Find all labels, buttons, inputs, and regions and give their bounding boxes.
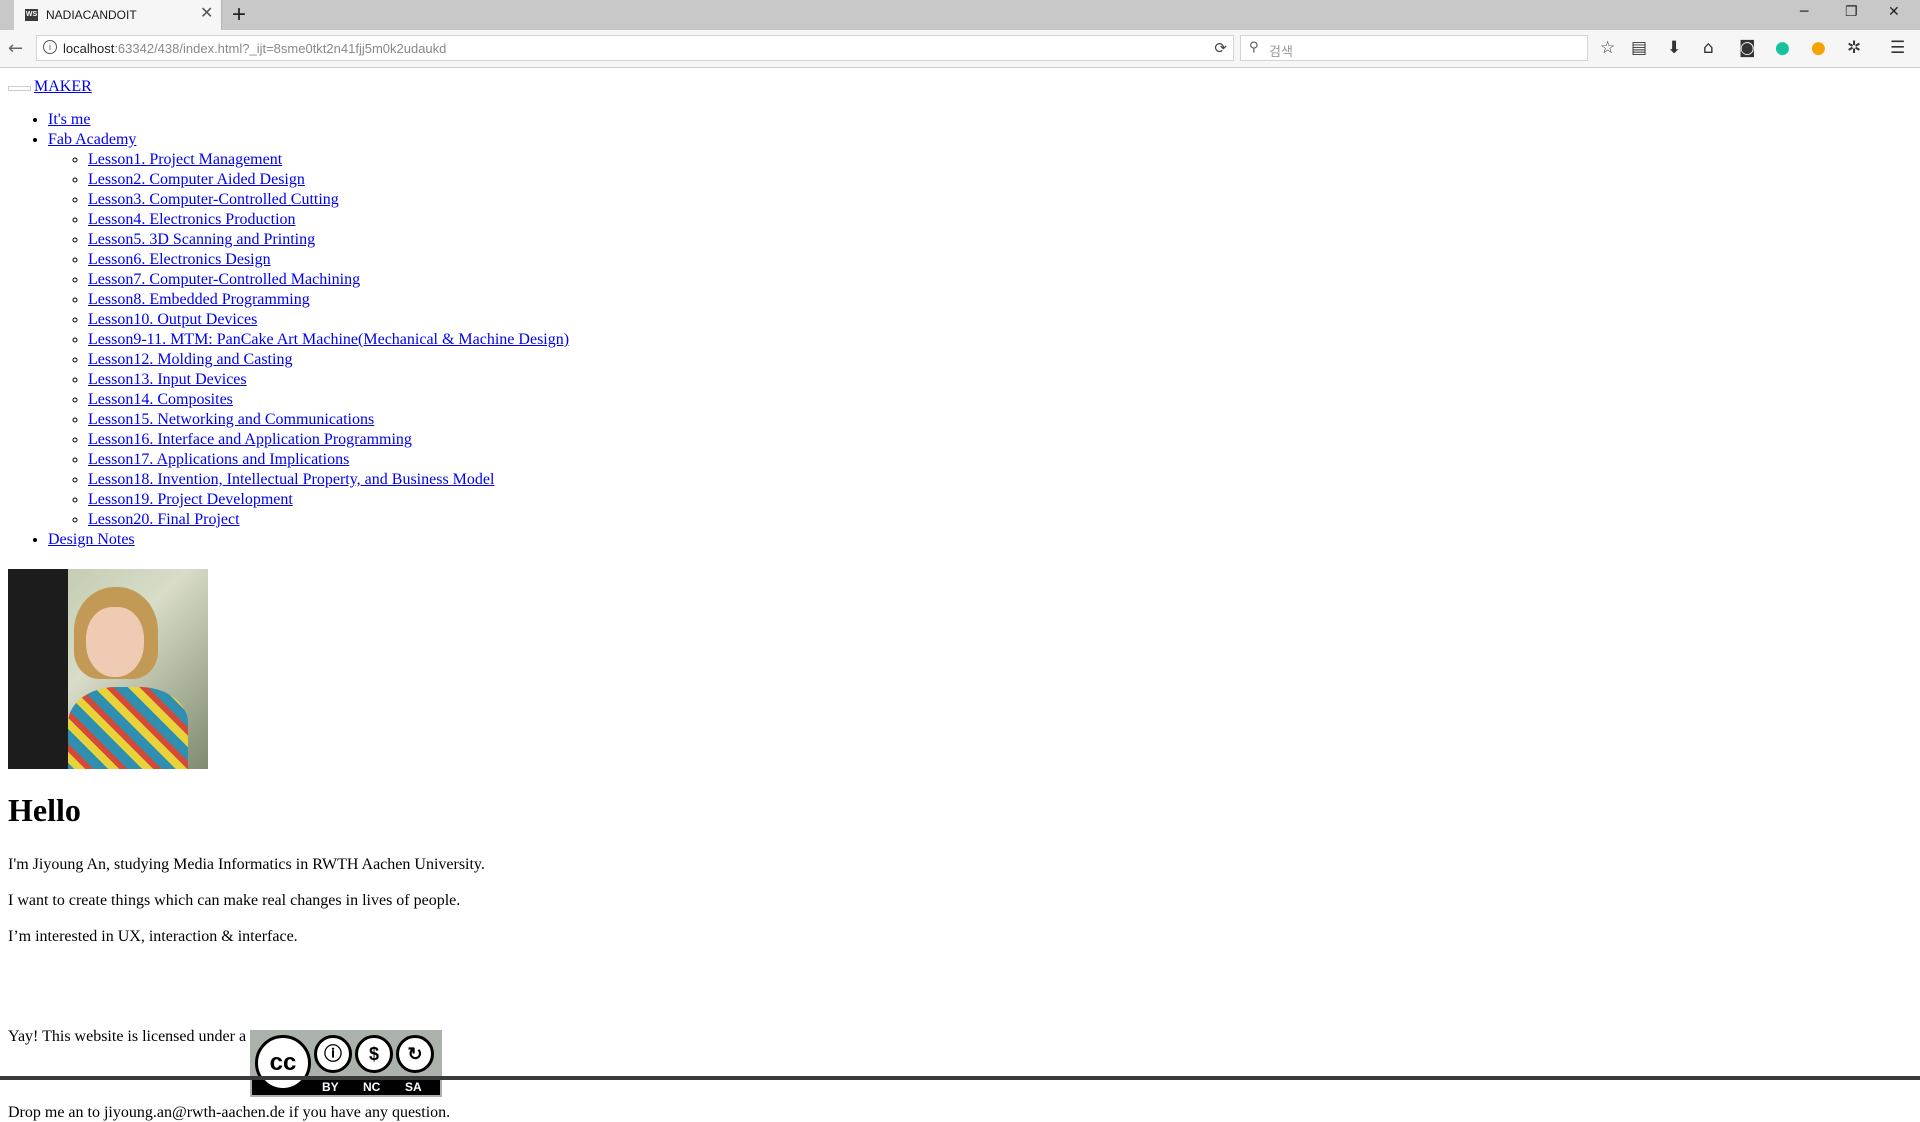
brand-link[interactable]: MAKER [34,78,92,95]
nav-item-its-me: It's me [48,110,569,130]
minimize-icon[interactable]: ─ [1800,4,1808,20]
reload-icon[interactable]: ⟳ [1214,39,1227,57]
hamburger-menu-icon[interactable]: ☰ [1890,38,1905,58]
lesson-link[interactable]: Lesson2. Computer Aided Design [88,171,305,188]
list-item: Lesson6. Electronics Design [88,250,569,270]
nav-item-design-notes: Design Notes [48,530,569,550]
list-item: Lesson1. Project Management [88,150,569,170]
favicon-icon: WS [25,9,38,21]
tab-title: NADIACANDOIT [46,8,137,22]
lesson-link[interactable]: Lesson9-11. MTM: PanCake Art Machine(Mec… [88,331,569,348]
lesson-link[interactable]: Lesson20. Final Project [88,511,240,528]
address-bar[interactable]: i localhost:63342/438/index.html?_ijt=8s… [36,35,1234,61]
reading-list-icon[interactable]: ▤ [1631,38,1647,58]
list-item: Lesson18. Invention, Intellectual Proper… [88,470,569,490]
cc-license-badge[interactable]: cc ⓘ $ ↻ BY NC SA [250,1030,442,1097]
list-item: Lesson5. 3D Scanning and Printing [88,230,569,250]
tab-close-icon[interactable]: ✕ [200,5,213,23]
search-icon: ⚲ [1249,40,1259,55]
main-nav: It's me Fab Academy Lesson1. Project Man… [8,110,569,550]
cc-label-nc: NC [363,1080,381,1094]
taskbar-edge [0,1076,1920,1080]
browser-tab[interactable]: WS NADIACANDOIT ✕ [14,0,222,30]
nav-link-design-notes[interactable]: Design Notes [48,531,135,548]
pocket-icon[interactable]: ◙ [1739,38,1756,58]
license-text: Yay! This website is licensed under a [8,1028,247,1045]
list-item: Lesson10. Output Devices [88,310,569,330]
brand: MAKER [8,78,92,96]
list-item: Lesson9-11. MTM: PanCake Art Machine(Mec… [88,330,569,350]
intro-paragraph: I want to create things which can make r… [8,892,461,909]
lesson-link[interactable]: Lesson14. Composites [88,391,233,408]
bookmark-star-icon[interactable]: ☆ [1600,38,1615,58]
lesson-link[interactable]: Lesson5. 3D Scanning and Printing [88,231,315,248]
attribution-icon: ⓘ [314,1035,352,1073]
contact-text: Drop me an to jiyoung.an@rwth-aachen.de … [8,1104,451,1121]
browser-toolbar: ← i localhost:63342/438/index.html?_ijt=… [0,30,1920,68]
list-item: Lesson12. Molding and Casting [88,350,569,370]
list-item: Lesson7. Computer-Controlled Machining [88,270,569,290]
profile-photo [8,569,208,769]
nav-item-fab-academy: Fab Academy Lesson1. Project Management … [48,130,569,530]
page-title: Hello [8,792,81,828]
info-icon[interactable]: i [43,40,57,54]
lesson-link[interactable]: Lesson17. Applications and Implications [88,451,349,468]
noncommercial-icon: $ [355,1035,393,1073]
list-item: Lesson2. Computer Aided Design [88,170,569,190]
nav-link-its-me[interactable]: It's me [48,111,90,128]
lesson-link[interactable]: Lesson15. Networking and Communications [88,411,374,428]
lesson-link[interactable]: Lesson1. Project Management [88,151,282,168]
lesson-link[interactable]: Lesson12. Molding and Casting [88,351,292,368]
list-item: Lesson4. Electronics Production [88,210,569,230]
url-text[interactable]: localhost:63342/438/index.html?_ijt=8sme… [63,41,446,56]
new-tab-icon[interactable]: + [232,1,246,29]
lesson-list: Lesson1. Project Management Lesson2. Com… [48,150,569,530]
list-item: Lesson15. Networking and Communications [88,410,569,430]
lesson-link[interactable]: Lesson16. Interface and Application Prog… [88,431,412,448]
intro-paragraph: I'm Jiyoung An, studying Media Informati… [8,856,485,873]
addon-icon[interactable]: ✲ [1847,38,1861,58]
list-item: Lesson19. Project Development [88,490,569,510]
list-item: Lesson16. Interface and Application Prog… [88,430,569,450]
back-arrow-icon[interactable]: ← [8,38,23,59]
window-close-icon[interactable]: ✕ [1888,4,1900,20]
restore-icon[interactable]: ❐ [1845,4,1858,20]
lesson-link[interactable]: Lesson18. Invention, Intellectual Proper… [88,471,494,488]
sharealike-icon: ↻ [396,1035,434,1073]
lesson-link[interactable]: Lesson6. Electronics Design [88,251,271,268]
nav-link-fab-academy[interactable]: Fab Academy [48,131,136,148]
search-bar[interactable]: ⚲ 검색 [1240,35,1588,61]
list-item: Lesson17. Applications and Implications [88,450,569,470]
grammarly-icon[interactable]: ● [1775,38,1790,58]
list-item: Lesson3. Computer-Controlled Cutting [88,190,569,210]
lesson-link[interactable]: Lesson19. Project Development [88,491,293,508]
lesson-link[interactable]: Lesson4. Electronics Production [88,211,296,228]
page-content: MAKER It's me Fab Academy Lesson1. Proje… [0,68,1920,1121]
list-item: Lesson20. Final Project [88,510,569,530]
download-icon[interactable]: ⬇ [1667,38,1681,58]
lesson-link[interactable]: Lesson8. Embedded Programming [88,291,310,308]
cc-label-by: BY [322,1080,339,1094]
lesson-link[interactable]: Lesson3. Computer-Controlled Cutting [88,191,339,208]
search-placeholder: 검색 [1269,44,1293,59]
home-icon[interactable]: ⌂ [1703,38,1714,58]
lesson-link[interactable]: Lesson7. Computer-Controlled Machining [88,271,360,288]
lesson-link[interactable]: Lesson10. Output Devices [88,311,257,328]
extension-icon[interactable]: ● [1811,38,1826,58]
cc-icon: cc [255,1035,311,1091]
lesson-link[interactable]: Lesson13. Input Devices [88,371,247,388]
list-item: Lesson13. Input Devices [88,370,569,390]
list-item: Lesson14. Composites [88,390,569,410]
browser-tab-strip: WS NADIACANDOIT ✕ + ─ ❐ ✕ [0,0,1920,30]
cc-label-sa: SA [405,1080,422,1094]
intro-paragraph: I’m interested in UX, interaction & inte… [8,928,298,945]
list-item: Lesson8. Embedded Programming [88,290,569,310]
brand-logo-icon [8,86,31,91]
